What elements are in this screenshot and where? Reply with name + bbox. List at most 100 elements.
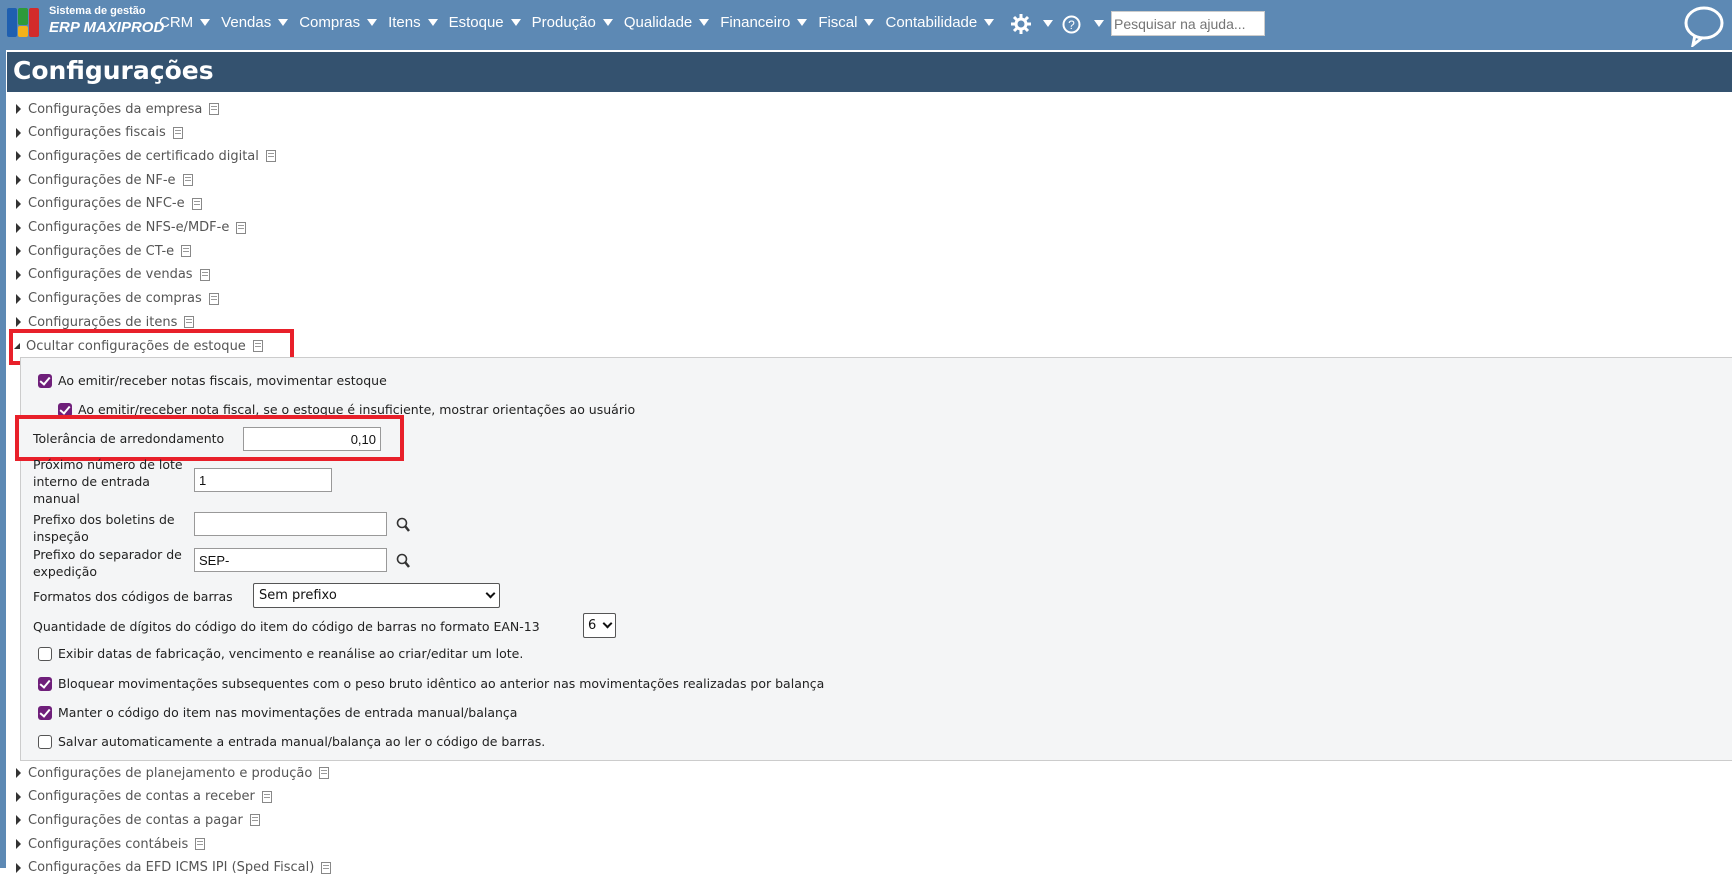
menu-3[interactable]: Itens [388, 14, 438, 31]
chevron-down-icon [485, 588, 496, 599]
gear-dropdown-icon[interactable] [1043, 20, 1053, 27]
gear-icon[interactable] [1010, 13, 1032, 35]
menu-label: Qualidade [623, 14, 693, 31]
section-label: Configurações de vendas [28, 267, 193, 283]
section-label: Configurações de itens [28, 314, 178, 330]
checkbox-row[interactable]: Manter o código do item nas movimentaçõe… [38, 705, 517, 720]
section-item[interactable]: Configurações de CT-e [16, 241, 192, 261]
checkbox-label: Salvar automaticamente a entrada manual/… [58, 734, 546, 749]
section-item[interactable]: Configurações de planejamento e produção [16, 763, 330, 783]
section-item[interactable]: Configurações de certificado digital [16, 146, 276, 166]
inspection-prefix-input[interactable] [194, 512, 387, 536]
hide-stock-settings-toggle[interactable]: Ocultar configurações de estoque [14, 336, 263, 356]
help-dropdown-icon[interactable] [1094, 20, 1104, 27]
menu-4[interactable]: Estoque [449, 14, 521, 31]
checkbox-row[interactable]: Exibir datas de fabricação, vencimento e… [38, 646, 523, 661]
checkbox[interactable] [38, 373, 52, 388]
document-icon[interactable] [209, 103, 220, 115]
menu-6[interactable]: Qualidade [623, 14, 710, 31]
menu-2[interactable]: Compras [299, 14, 378, 31]
section-item[interactable]: Configurações de compras [16, 289, 219, 309]
section-label: Configurações de compras [28, 291, 202, 307]
menu-label: Itens [388, 14, 421, 31]
tolerance-input[interactable] [243, 427, 381, 451]
triangle-right-icon [16, 815, 21, 826]
menu-label: Compras [299, 14, 361, 31]
section-item[interactable]: Configurações de NFS-e/MDF-e [16, 218, 247, 238]
chat-bubble-icon[interactable] [1683, 5, 1725, 49]
barcode-format-select[interactable]: Sem prefixo [253, 583, 500, 608]
document-icon[interactable] [249, 814, 260, 827]
menu-1[interactable]: Vendas [221, 14, 289, 31]
document-icon[interactable] [252, 340, 263, 352]
section-item[interactable]: Configurações da empresa [16, 99, 220, 119]
checkbox-row[interactable]: Ao emitir/receber notas fiscais, movimen… [38, 373, 387, 388]
document-icon[interactable] [182, 174, 193, 187]
checkbox[interactable] [38, 676, 52, 691]
section-item[interactable]: Configurações de vendas [16, 265, 210, 285]
menu-9[interactable]: Contabilidade [885, 14, 995, 31]
help-icon[interactable]: ? [1062, 15, 1081, 34]
checkbox-label: Manter o código do item nas movimentaçõe… [58, 705, 518, 720]
triangle-right-icon [16, 246, 21, 257]
menu-7[interactable]: Financeiro [720, 14, 808, 31]
section-item[interactable]: Configurações de NF-e [16, 170, 193, 190]
section-label: Configurações de planejamento e produção [28, 765, 313, 781]
section-label: Configurações de contas a receber [28, 789, 255, 805]
menu-label: Estoque [448, 14, 504, 31]
page-title: Configurações [7, 52, 1732, 92]
section-item[interactable]: Configurações fiscais [16, 123, 183, 143]
caret-down-icon [864, 19, 875, 26]
document-icon[interactable] [195, 838, 206, 851]
triangle-down-icon [14, 343, 20, 349]
shipping-prefix-label: Prefixo do separador de expedição [33, 547, 182, 579]
checkbox-row[interactable]: Salvar automaticamente a entrada manual/… [38, 734, 545, 749]
menu-5[interactable]: Produção [532, 14, 613, 31]
document-icon[interactable] [181, 245, 192, 258]
document-icon[interactable] [265, 150, 276, 163]
caret-down-icon [278, 19, 289, 26]
checkbox[interactable] [38, 646, 52, 661]
search-icon[interactable] [396, 517, 410, 533]
document-icon[interactable] [236, 221, 247, 234]
document-icon[interactable] [199, 268, 210, 281]
checkbox-row[interactable]: Bloquear movimentações subsequentes com … [38, 676, 824, 691]
document-icon[interactable] [319, 767, 330, 779]
triangle-right-icon [16, 222, 21, 233]
checkbox[interactable] [38, 734, 52, 749]
select-value: 6 [588, 618, 597, 633]
checkbox[interactable] [38, 705, 52, 720]
ean-digits-select[interactable]: 6 [583, 613, 616, 638]
triangle-right-icon [16, 175, 21, 186]
shipping-prefix-input[interactable] [194, 548, 387, 572]
logo[interactable] [7, 8, 39, 37]
section-label: Configurações contábeis [28, 836, 189, 852]
section-item[interactable]: Configurações de contas a pagar [16, 810, 260, 830]
search-icon[interactable] [396, 553, 410, 569]
menu-label: Contabilidade [885, 14, 978, 31]
checkbox-label: Bloquear movimentações subsequentes com … [58, 676, 825, 691]
section-item[interactable]: Configurações contábeis [16, 834, 206, 854]
caret-down-icon [367, 19, 378, 26]
triangle-right-icon [16, 293, 21, 304]
left-border [0, 50, 6, 868]
section-label: Configurações da empresa [28, 101, 203, 117]
section-item[interactable]: Configurações de itens [16, 312, 195, 332]
document-icon[interactable] [261, 790, 272, 803]
menu-0[interactable]: CRM [159, 14, 211, 31]
triangle-right-icon [16, 151, 21, 162]
document-icon[interactable] [191, 197, 202, 210]
document-icon[interactable] [208, 292, 219, 305]
inspection-prefix-label: Prefixo dos boletins de inspeção [33, 512, 175, 544]
lot-number-input[interactable] [194, 468, 332, 492]
document-icon[interactable] [184, 316, 195, 329]
section-label: Configurações de NFS-e/MDF-e [28, 220, 230, 235]
help-search-input[interactable] [1111, 11, 1265, 36]
menu-8[interactable]: Fiscal [818, 14, 875, 31]
toggle-label: Ocultar configurações de estoque [26, 338, 246, 354]
section-item[interactable]: Configurações de NFC-e [16, 194, 202, 214]
document-icon[interactable] [172, 126, 183, 139]
section-item[interactable]: Configurações de contas a receber [16, 787, 272, 807]
triangle-right-icon [16, 768, 21, 778]
triangle-right-icon [16, 104, 21, 114]
